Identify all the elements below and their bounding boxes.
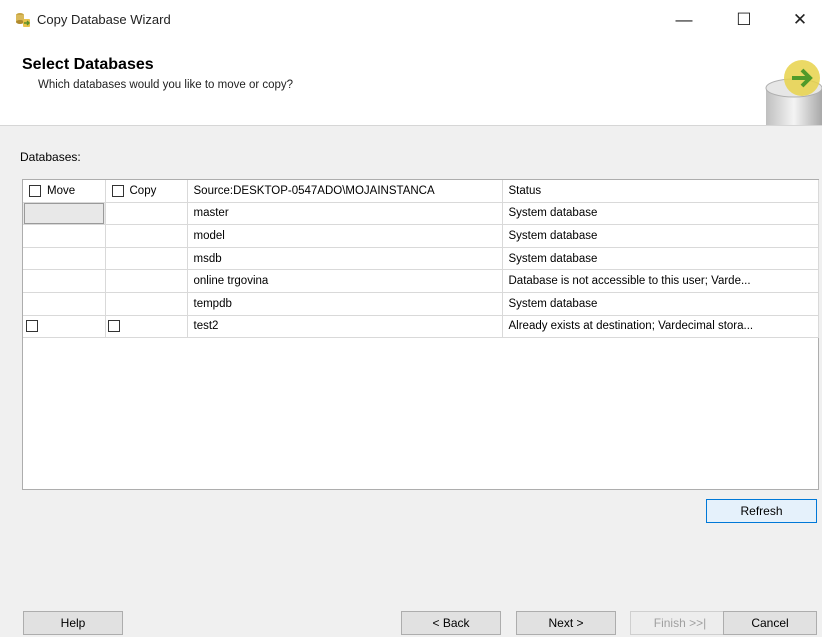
database-graphic-icon bbox=[752, 50, 822, 125]
maximize-button[interactable]: ☐ bbox=[724, 6, 764, 34]
move-cell[interactable] bbox=[23, 292, 106, 316]
page-subtitle: Which databases would you like to move o… bbox=[38, 79, 294, 91]
minimize-button[interactable]: — bbox=[664, 6, 704, 34]
finish-button[interactable]: Finish >>| bbox=[630, 611, 730, 635]
next-button[interactable]: Next > bbox=[516, 611, 616, 635]
copy-all-checkbox[interactable] bbox=[111, 184, 124, 197]
database-status: System database bbox=[502, 224, 819, 248]
move-column-header: Move bbox=[23, 180, 106, 203]
copy-column-label: Copy bbox=[129, 184, 157, 197]
database-status: Already exists at destination; Vardecima… bbox=[502, 315, 819, 339]
copy-cell[interactable] bbox=[105, 315, 188, 339]
refresh-button[interactable]: Refresh bbox=[706, 499, 817, 523]
copy-cell[interactable] bbox=[105, 269, 188, 293]
database-status: Database is not accessible to this user;… bbox=[502, 269, 819, 293]
database-name: test2 bbox=[187, 315, 503, 339]
database-status: System database bbox=[502, 292, 819, 316]
databases-label: Databases: bbox=[20, 150, 81, 164]
copy-checkbox[interactable] bbox=[107, 320, 120, 333]
database-status: System database bbox=[502, 247, 819, 271]
move-all-checkbox[interactable] bbox=[29, 184, 41, 197]
cancel-button[interactable]: Cancel bbox=[723, 611, 817, 635]
copy-cell[interactable] bbox=[105, 292, 188, 316]
window-title: Copy Database Wizard bbox=[37, 12, 171, 27]
move-cell[interactable] bbox=[23, 224, 106, 248]
copy-cell[interactable] bbox=[105, 224, 188, 248]
database-status: System database bbox=[502, 202, 819, 226]
table-row[interactable]: online trgovina Database is not accessib… bbox=[23, 269, 819, 293]
copy-cell[interactable] bbox=[105, 202, 188, 226]
database-name: master bbox=[187, 202, 503, 226]
back-button[interactable]: < Back bbox=[401, 611, 501, 635]
copy-cell[interactable] bbox=[105, 247, 188, 271]
grid-header-row: Move Copy Source:DESKTOP-0547ADO\MOJAINS… bbox=[23, 180, 819, 203]
move-cell[interactable] bbox=[23, 269, 106, 293]
table-row[interactable]: tempdb System database bbox=[23, 292, 819, 316]
wizard-header: Select Databases Which databases would y… bbox=[0, 40, 822, 126]
page-title: Select Databases bbox=[22, 56, 154, 73]
title-bar: Copy Database Wizard — ☐ ✕ bbox=[0, 0, 822, 40]
table-row[interactable]: test2 Already exists at destination; Var… bbox=[23, 315, 819, 339]
table-row[interactable]: master System database bbox=[23, 202, 819, 226]
move-cell[interactable] bbox=[23, 202, 106, 226]
databases-grid[interactable]: Move Copy Source:DESKTOP-0547ADO\MOJAINS… bbox=[22, 179, 819, 490]
close-button[interactable]: ✕ bbox=[780, 6, 820, 34]
database-name: online trgovina bbox=[187, 269, 503, 293]
move-cell[interactable] bbox=[23, 315, 106, 339]
table-row[interactable]: msdb System database bbox=[23, 247, 819, 271]
move-checkbox[interactable] bbox=[26, 320, 38, 333]
copy-column-header: Copy bbox=[105, 180, 188, 203]
table-row[interactable]: model System database bbox=[23, 224, 819, 248]
move-column-label: Move bbox=[47, 184, 76, 197]
database-wizard-icon bbox=[14, 11, 32, 29]
help-button[interactable]: Help bbox=[23, 611, 123, 635]
source-column-header: Source:DESKTOP-0547ADO\MOJAINSTANCA bbox=[187, 180, 503, 203]
status-column-header: Status bbox=[502, 180, 819, 203]
database-name: model bbox=[187, 224, 503, 248]
move-cell[interactable] bbox=[23, 247, 106, 271]
database-name: tempdb bbox=[187, 292, 503, 316]
database-name: msdb bbox=[187, 247, 503, 271]
